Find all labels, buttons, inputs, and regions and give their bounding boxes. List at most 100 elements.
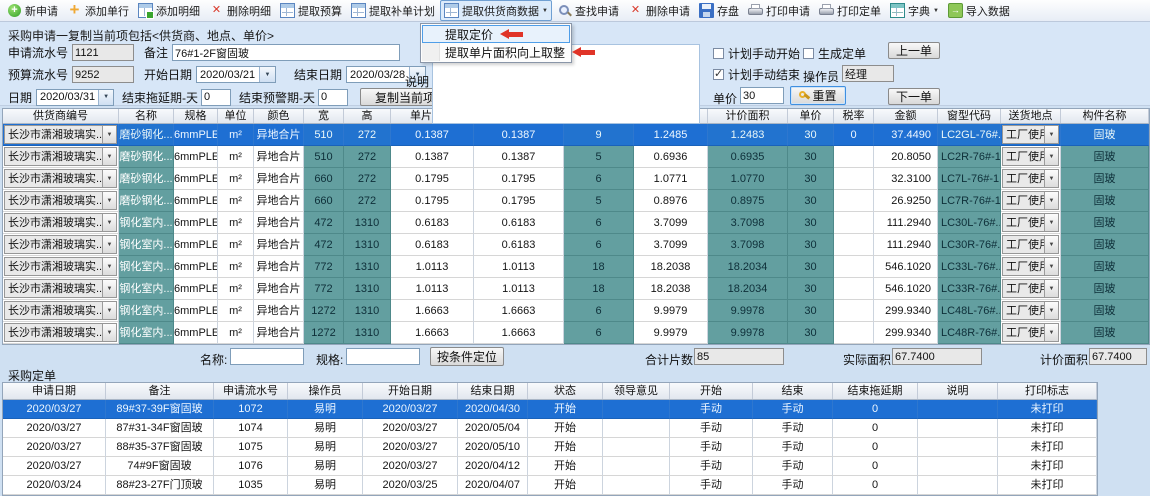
start-date-combo[interactable]: 2020/03/21 ▼ [196, 66, 276, 83]
combo-box[interactable]: 长沙市潇湘玻璃实...▼ [4, 125, 117, 144]
prev-order-button[interactable]: 上一单 [888, 42, 940, 59]
table-row[interactable]: 长沙市潇湘玻璃实...▼钢化室内...6mmPLE...m²异地合片472131… [3, 212, 1149, 234]
toolbar-import-data[interactable]: 导入数据 [944, 0, 1014, 21]
column-header[interactable]: 颜色 [254, 109, 304, 123]
grid-combo-cell[interactable]: 工厂使用▼ [1001, 256, 1061, 278]
column-header[interactable]: 税率 [834, 109, 874, 123]
toolbar-add-row[interactable]: 添加单行 [63, 0, 133, 21]
combo-box[interactable]: 工厂使用▼ [1002, 191, 1059, 210]
grid-combo-cell[interactable]: 长沙市潇湘玻璃实...▼ [3, 168, 119, 190]
column-header[interactable]: 供货商编号 [3, 109, 119, 123]
grid-combo-cell[interactable]: 长沙市潇湘玻璃实...▼ [3, 278, 119, 300]
locate-by-condition-button[interactable]: 按条件定位 [430, 347, 504, 366]
column-header[interactable]: 备注 [106, 383, 214, 399]
grid-combo-cell[interactable]: 长沙市潇湘玻璃实...▼ [3, 146, 119, 168]
table-row[interactable]: 长沙市潇湘玻璃实...▼磨砂钢化...6mmPLE...m²异地合片660272… [3, 190, 1149, 212]
toolbar-dictionary[interactable]: 字典▼ [886, 0, 943, 21]
grid-combo-cell[interactable]: 长沙市潇湘玻璃实...▼ [3, 190, 119, 212]
grid-combo-cell[interactable]: 工厂使用▼ [1001, 190, 1061, 212]
combo-box[interactable]: 工厂使用▼ [1002, 147, 1059, 166]
column-header[interactable]: 构件名称 [1061, 109, 1149, 123]
table-row[interactable]: 2020/03/2789#37-39F窗固玻1072易明2020/03/2720… [3, 400, 1097, 419]
column-header[interactable]: 宽 [304, 109, 344, 123]
reset-button[interactable]: 重置 [790, 86, 846, 105]
combo-box[interactable]: 长沙市潇湘玻璃实...▼ [4, 169, 117, 188]
grid-combo-cell[interactable]: 长沙市潇湘玻璃实...▼ [3, 124, 119, 146]
chevron-down-icon[interactable]: ▼ [259, 67, 275, 82]
column-header[interactable]: 状态 [528, 383, 603, 399]
menu-item[interactable]: 提取定价 [422, 25, 570, 43]
table-row[interactable]: 2020/03/2787#31-34F窗固玻1074易明2020/03/2720… [3, 419, 1097, 438]
toolbar-print-request[interactable]: 打印申请 [744, 0, 814, 21]
toolbar-add-detail[interactable]: 添加明细 [134, 0, 204, 21]
combo-box[interactable]: 工厂使用▼ [1002, 213, 1059, 232]
combo-box[interactable]: 工厂使用▼ [1002, 323, 1059, 342]
table-row[interactable]: 长沙市潇湘玻璃实...▼钢化室内...6mmPLE...m²异地合片127213… [3, 300, 1149, 322]
combo-box[interactable]: 长沙市潇湘玻璃实...▼ [4, 213, 117, 232]
chevron-down-icon[interactable]: ▼ [98, 90, 113, 105]
table-row[interactable]: 2020/03/2774#9F窗固玻1076易明2020/03/272020/0… [3, 457, 1097, 476]
grid-combo-cell[interactable]: 长沙市潇湘玻璃实...▼ [3, 234, 119, 256]
column-header[interactable]: 领导意见 [603, 383, 670, 399]
table-row[interactable]: 2020/03/2488#23-27F门顶玻1035易明2020/03/2520… [3, 476, 1097, 495]
toolbar-extract-supplier-data[interactable]: 提取供货商数据▼ [440, 0, 552, 21]
menu-item[interactable]: 提取单片面积向上取整 [422, 43, 570, 61]
table-row[interactable]: 长沙市潇湘玻璃实...▼磨砂钢化...6mmPLE...m²异地合片660272… [3, 168, 1149, 190]
toolbar-save[interactable]: 存盘 [695, 0, 743, 21]
column-header[interactable]: 申请流水号 [214, 383, 288, 399]
date-combo[interactable]: 2020/03/31 ▼ [36, 89, 114, 106]
grid-combo-cell[interactable]: 工厂使用▼ [1001, 124, 1061, 146]
grid-combo-cell[interactable]: 工厂使用▼ [1001, 322, 1061, 344]
unit-price-input[interactable] [740, 87, 784, 104]
column-header[interactable]: 单位 [218, 109, 254, 123]
column-header[interactable]: 金额 [874, 109, 938, 123]
toolbar-print-order[interactable]: 打印定单 [815, 0, 885, 21]
toolbar-extract-supplement-plan[interactable]: 提取补单计划 [347, 0, 439, 21]
column-header[interactable]: 开始日期 [363, 383, 458, 399]
column-header[interactable]: 高 [344, 109, 391, 123]
toolbar-new-request[interactable]: 新申请 [3, 0, 62, 21]
remark-input[interactable] [172, 44, 400, 61]
column-header[interactable]: 单价 [788, 109, 834, 123]
toolbar-delete-detail[interactable]: 删除明细 [205, 0, 275, 21]
table-row[interactable]: 长沙市潇湘玻璃实...▼磨砂钢化...6mmPLE...m²异地合片510272… [3, 146, 1149, 168]
request-no-input[interactable] [72, 44, 134, 61]
grid-combo-cell[interactable]: 长沙市潇湘玻璃实...▼ [3, 212, 119, 234]
column-header[interactable]: 开始 [670, 383, 753, 399]
table-row[interactable]: 长沙市潇湘玻璃实...▼钢化室内...6mmPLE...m²异地合片772131… [3, 256, 1149, 278]
column-header[interactable]: 送货地点 [1001, 109, 1061, 123]
table-row[interactable]: 长沙市潇湘玻璃实...▼钢化室内...6mmPLE...m²异地合片472131… [3, 234, 1149, 256]
combo-box[interactable]: 工厂使用▼ [1002, 257, 1059, 276]
column-header[interactable]: 申请日期 [3, 383, 106, 399]
grid-combo-cell[interactable]: 工厂使用▼ [1001, 300, 1061, 322]
combo-box[interactable]: 长沙市潇湘玻璃实...▼ [4, 147, 117, 166]
locator-spec-input[interactable] [346, 348, 420, 365]
column-header[interactable]: 说明 [918, 383, 998, 399]
table-row[interactable]: 2020/03/2788#35-37F窗固玻1075易明2020/03/2720… [3, 438, 1097, 457]
combo-box[interactable]: 长沙市潇湘玻璃实...▼ [4, 301, 117, 320]
toolbar-find-request[interactable]: 查找申请 [553, 0, 623, 21]
toolbar-delete-request[interactable]: 删除申请 [624, 0, 694, 21]
column-header[interactable]: 结束拖延期 [833, 383, 918, 399]
combo-box[interactable]: 工厂使用▼ [1002, 279, 1059, 298]
combo-box[interactable]: 工厂使用▼ [1002, 235, 1059, 254]
combo-box[interactable]: 长沙市潇湘玻璃实...▼ [4, 279, 117, 298]
combo-box[interactable]: 长沙市潇湘玻璃实...▼ [4, 235, 117, 254]
column-header[interactable]: 窗型代码 [938, 109, 1001, 123]
combo-box[interactable]: 长沙市潇湘玻璃实...▼ [4, 191, 117, 210]
column-header[interactable]: 名称 [119, 109, 174, 123]
combo-box[interactable]: 工厂使用▼ [1002, 301, 1059, 320]
end-warning-input[interactable] [318, 89, 348, 106]
checkbox-generate-order[interactable]: 生成定单 [803, 45, 866, 62]
combo-box[interactable]: 长沙市潇湘玻璃实...▼ [4, 257, 117, 276]
table-row[interactable]: 长沙市潇湘玻璃实...▼钢化室内...6mmPLE...m²异地合片127213… [3, 322, 1149, 344]
locator-name-input[interactable] [230, 348, 304, 365]
column-header[interactable]: 计价面积 [708, 109, 788, 123]
column-header[interactable]: 结束 [753, 383, 833, 399]
checkbox-manual-end[interactable]: 计划手动结束 [713, 66, 800, 83]
checkbox-manual-start[interactable]: 计划手动开始 [713, 45, 800, 62]
grid-combo-cell[interactable]: 长沙市潇湘玻璃实...▼ [3, 256, 119, 278]
table-row[interactable]: 长沙市潇湘玻璃实...▼磨砂钢化...6mmPLE...m²异地合片510272… [3, 124, 1149, 146]
end-delay-input[interactable] [201, 89, 231, 106]
column-header[interactable]: 打印标志 [998, 383, 1097, 399]
